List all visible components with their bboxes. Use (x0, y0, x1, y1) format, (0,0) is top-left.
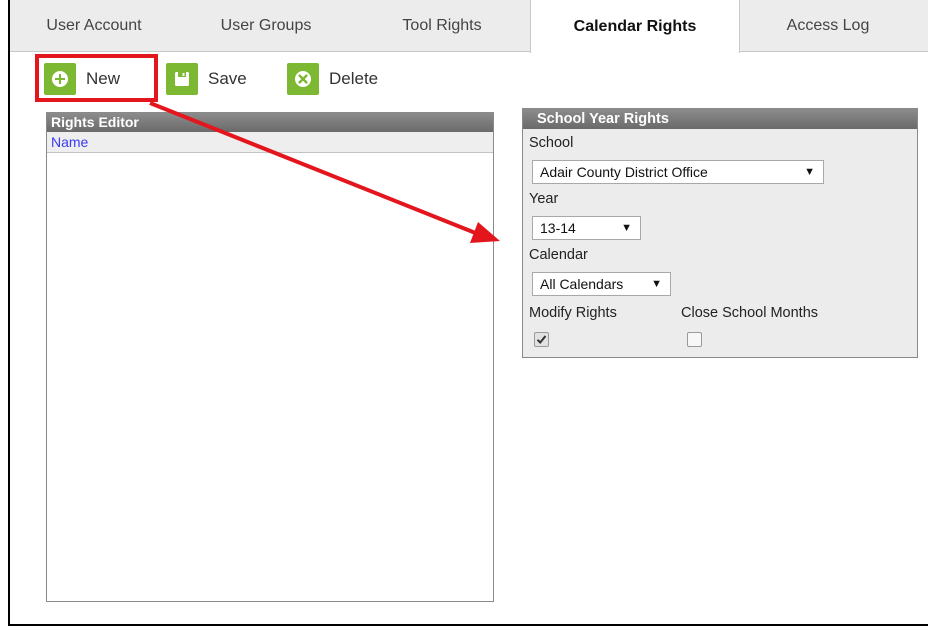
floppy-disk-icon (166, 63, 198, 95)
year-label: Year (529, 191, 559, 207)
school-select-value: Adair County District Office (540, 164, 708, 180)
checkmark-icon (536, 335, 547, 344)
tab-access-log[interactable]: Access Log (740, 0, 916, 52)
dropdown-arrow-icon: ▼ (804, 166, 815, 178)
dropdown-arrow-icon: ▼ (651, 278, 662, 290)
tab-calendar-rights[interactable]: Calendar Rights (530, 0, 740, 53)
dropdown-arrow-icon: ▼ (621, 222, 632, 234)
calendar-select[interactable]: All Calendars ▼ (532, 272, 671, 296)
modify-rights-checkbox[interactable] (534, 332, 549, 347)
name-column-header[interactable]: Name (47, 132, 493, 153)
school-select[interactable]: Adair County District Office ▼ (532, 160, 824, 184)
new-button-label: New (86, 69, 121, 88)
year-select-value: 13-14 (540, 220, 576, 236)
delete-button-label: Delete (329, 69, 379, 88)
tab-user-account[interactable]: User Account (10, 0, 178, 52)
calendar-label: Calendar (529, 247, 588, 263)
tab-user-groups[interactable]: User Groups (178, 0, 354, 52)
tab-tool-rights[interactable]: Tool Rights (354, 0, 530, 52)
school-label: School (529, 135, 574, 151)
year-select[interactable]: 13-14 ▼ (532, 216, 641, 240)
save-button[interactable]: Save (166, 62, 247, 96)
school-year-rights-panel: School Year Rights School Adair County D… (522, 108, 918, 358)
delete-button[interactable]: Delete (287, 62, 378, 96)
rights-editor-panel: Rights Editor Name (46, 112, 494, 602)
plus-circle-icon (44, 63, 76, 95)
modify-rights-label: Modify Rights (529, 305, 617, 321)
x-circle-icon (287, 63, 319, 95)
new-button[interactable]: New (44, 62, 120, 96)
close-school-months-checkbox[interactable] (687, 332, 702, 347)
close-school-months-label: Close School Months (681, 305, 819, 321)
calendar-select-value: All Calendars (540, 276, 624, 292)
save-button-label: Save (208, 69, 247, 88)
rights-editor-title: Rights Editor (47, 113, 493, 132)
school-year-rights-title: School Year Rights (523, 109, 917, 129)
